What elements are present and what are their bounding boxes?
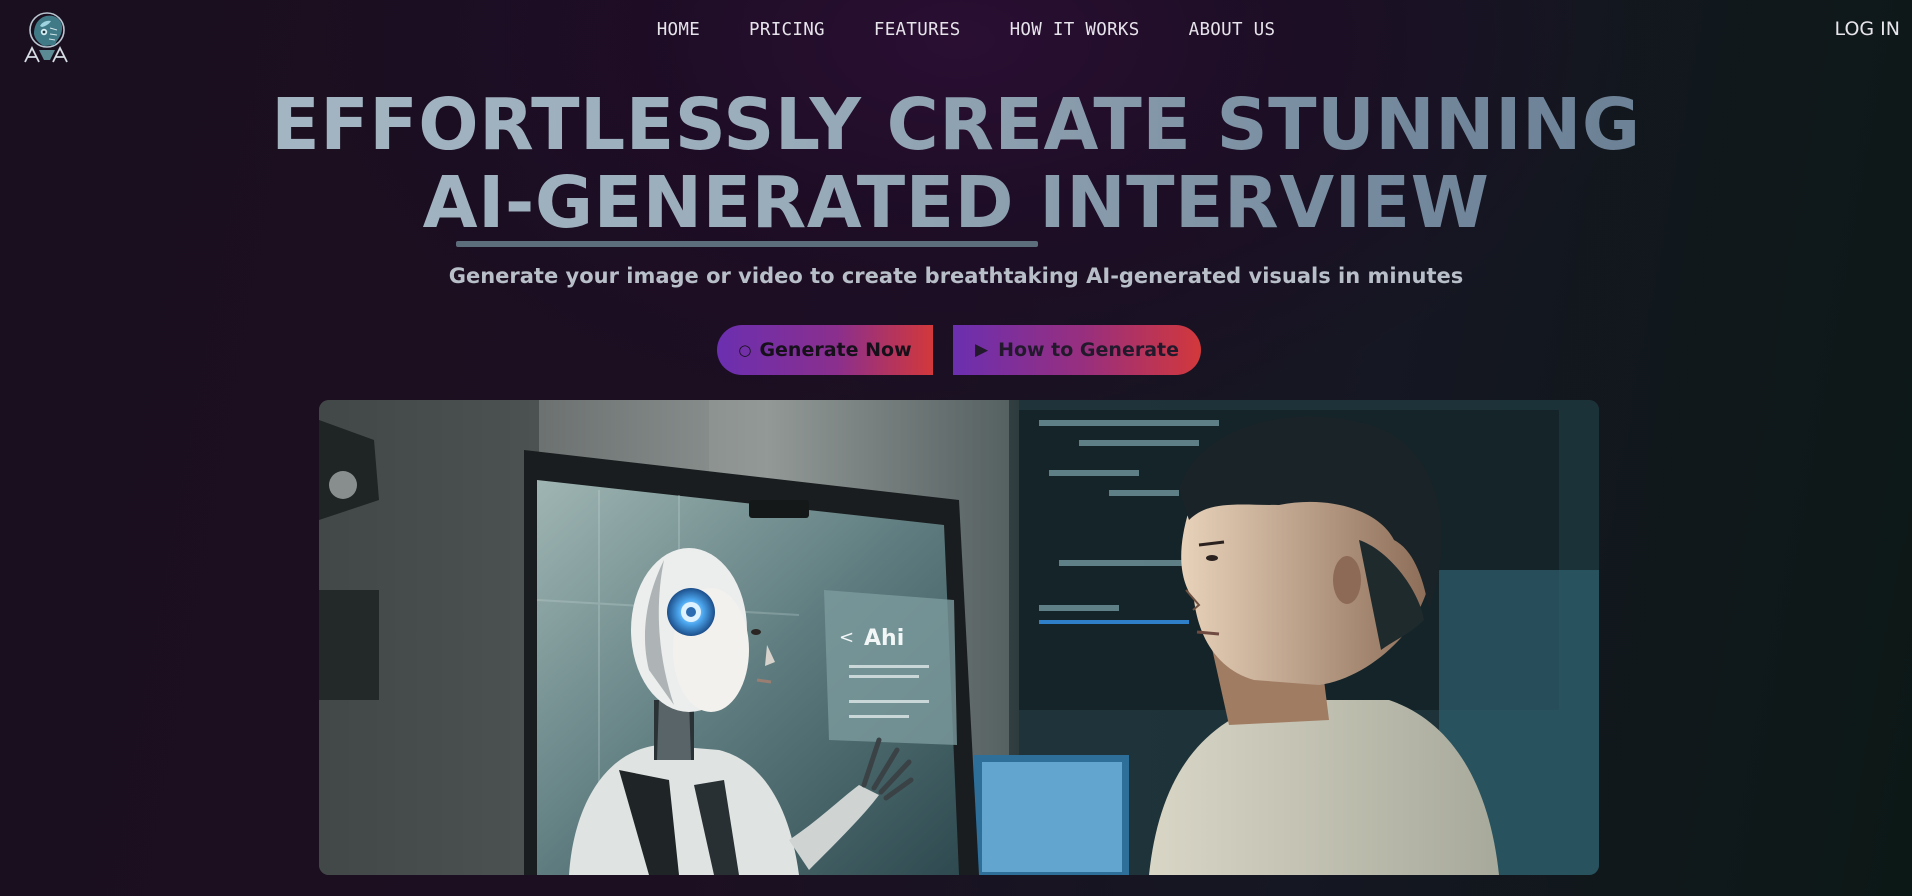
title-underline	[456, 241, 1038, 247]
generate-now-button[interactable]: ○ Generate Now	[717, 325, 933, 375]
cta-button-group: ○ Generate Now ▶ How to Generate	[717, 325, 1201, 375]
robot-and-man-interview-image: Ahi <	[319, 400, 1599, 875]
nav-how-it-works[interactable]: HOW IT WORKS	[1010, 18, 1140, 42]
nav-about-us[interactable]: ABOUT US	[1189, 18, 1276, 42]
generate-now-label: Generate Now	[759, 339, 912, 361]
play-icon: ▶	[974, 340, 989, 360]
hero-title: EFFORTLESSLY CREATE STUNNING AI-GENERATE…	[0, 86, 1912, 242]
login-link[interactable]: LOG IN	[1835, 18, 1900, 40]
svg-text:<: <	[839, 627, 854, 648]
hero-title-line-2: AI-GENERATED INTERVIEW	[422, 161, 1490, 244]
hero-title-line-1: EFFORTLESSLY CREATE STUNNING	[271, 83, 1641, 166]
nav-pricing[interactable]: PRICING	[749, 18, 825, 42]
nav-features[interactable]: FEATURES	[874, 18, 961, 42]
screen-panel-text: Ahi	[864, 626, 904, 651]
circle-icon: ○	[738, 341, 752, 359]
main-nav: HOME PRICING FEATURES HOW IT WORKS ABOUT…	[0, 18, 1912, 42]
how-to-generate-label: How to Generate	[998, 339, 1179, 361]
how-to-generate-button[interactable]: ▶ How to Generate	[953, 325, 1201, 375]
nav-home[interactable]: HOME	[657, 18, 700, 42]
site-header: HOME PRICING FEATURES HOW IT WORKS ABOUT…	[0, 0, 1912, 63]
robot-head-logo-icon[interactable]	[20, 8, 74, 64]
hero-subtitle: Generate your image or video to create b…	[448, 264, 1464, 288]
